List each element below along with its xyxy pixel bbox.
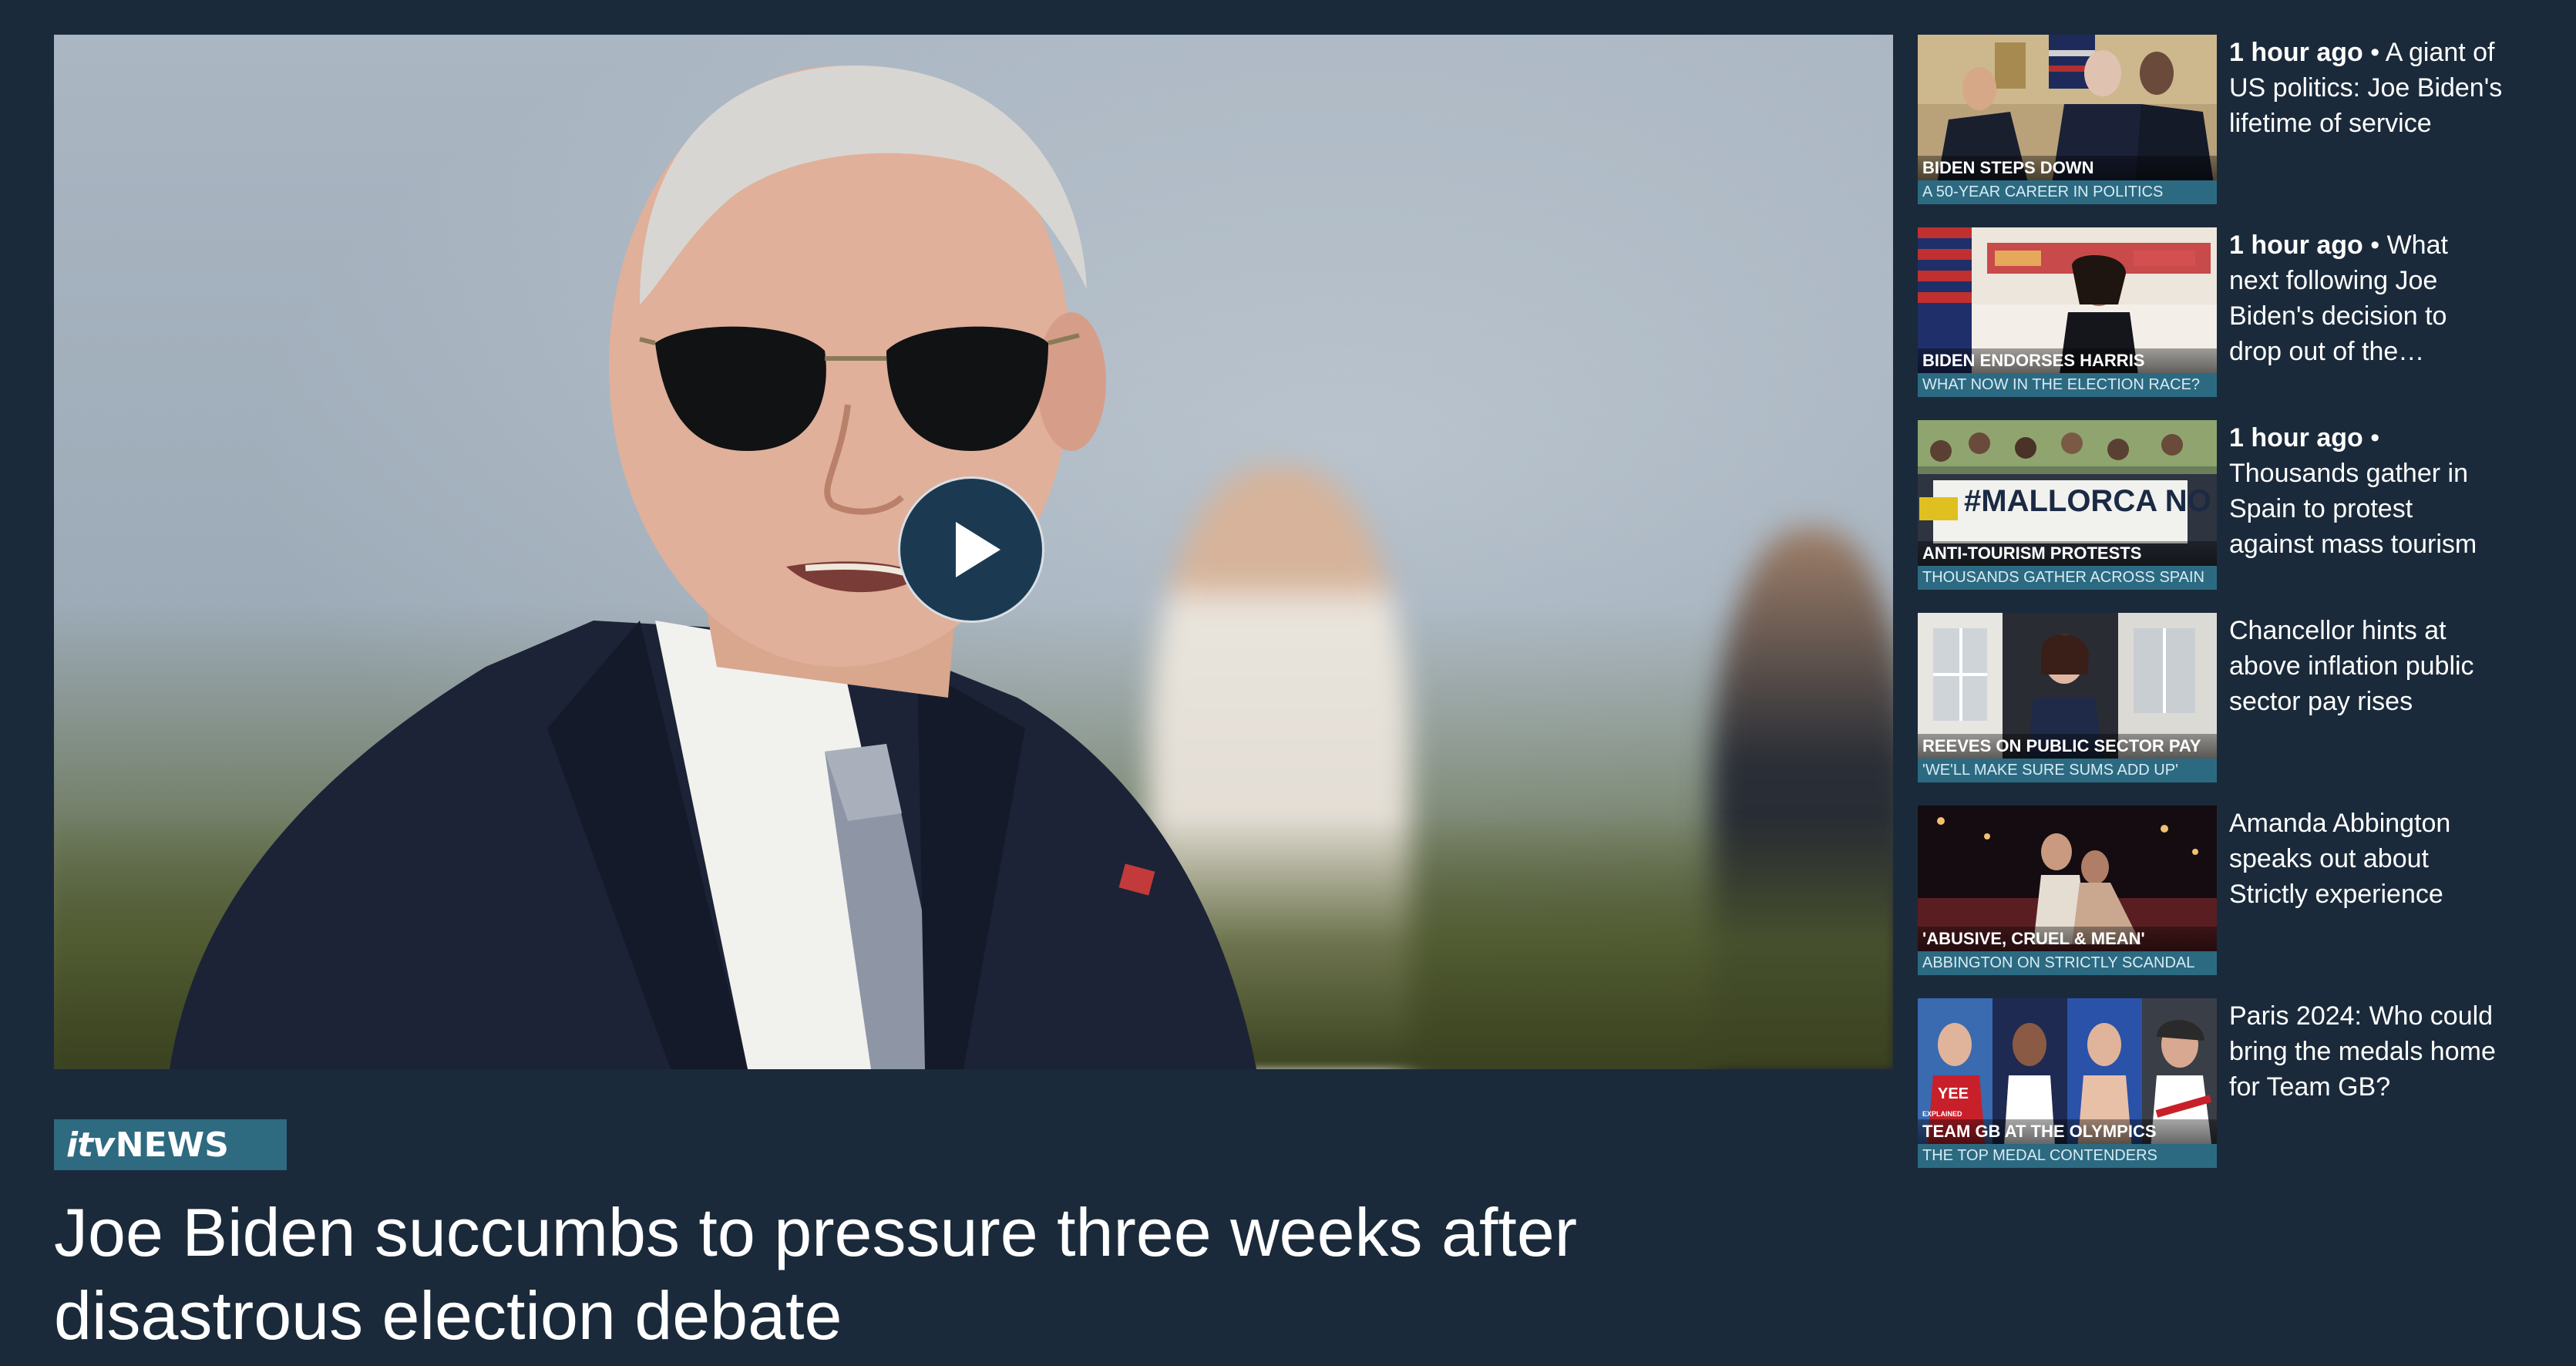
story-subtag: A 50-YEAR CAREER IN POLITICS (1918, 180, 2217, 204)
story-separator: • (2362, 423, 2380, 453)
story-item-abbington-strictly[interactable]: 'ABUSIVE, CRUEL & MEAN' ABBINGTON ON STR… (1918, 806, 2504, 975)
headline[interactable]: Joe Biden succumbs to pressure three wee… (54, 1191, 1827, 1358)
story-title: Chancellor hints at above inflation publ… (2229, 616, 2474, 716)
story-tag: 'ABUSIVE, CRUEL & MEAN' (1918, 927, 2217, 951)
logo-itv-text: itv (66, 1125, 115, 1165)
story-tag: BIDEN ENDORSES HARRIS (1918, 348, 2217, 373)
story-headline[interactable]: Chancellor hints at above inflation publ… (2229, 613, 2504, 719)
story-item-biden-career[interactable]: BIDEN STEPS DOWN A 50-YEAR CAREER IN POL… (1918, 35, 2504, 204)
story-separator: • (2362, 38, 2386, 67)
story-thumbnail[interactable]: #MALLORCA NO VEN ANTI-TOURISM PROTESTS T… (1918, 420, 2217, 590)
story-subtag: THE TOP MEDAL CONTENDERS (1918, 1144, 2217, 1168)
story-headline[interactable]: Paris 2024: Who could bring the medals h… (2229, 998, 2504, 1105)
story-headline[interactable]: 1 hour ago • What next following Joe Bid… (2229, 227, 2504, 369)
story-title: Thousands gather in Spain to protest aga… (2229, 459, 2477, 559)
banner-text: #MALLORCA NO VEN (1964, 484, 2217, 518)
shirt-text: YEE (1938, 1085, 1969, 1102)
story-thumbnail[interactable]: YEE EXPLAINED TEAM GB AT THE OLYMPICS TH… (1918, 998, 2217, 1168)
story-headline[interactable]: Amanda Abbington speaks out about Strict… (2229, 806, 2504, 912)
play-icon (956, 522, 1000, 577)
story-title: Paris 2024: Who could bring the medals h… (2229, 1001, 2496, 1102)
story-thumbnail[interactable]: BIDEN STEPS DOWN A 50-YEAR CAREER IN POL… (1918, 35, 2217, 204)
play-button[interactable] (898, 476, 1044, 623)
explained-label: EXPLAINED (1922, 1110, 1962, 1118)
story-tag: ANTI-TOURISM PROTESTS (1918, 541, 2217, 566)
story-thumbnail[interactable]: BIDEN ENDORSES HARRIS WHAT NOW IN THE EL… (1918, 227, 2217, 397)
story-thumbnail[interactable]: 'ABUSIVE, CRUEL & MEAN' ABBINGTON ON STR… (1918, 806, 2217, 975)
story-subtag: ABBINGTON ON STRICTLY SCANDAL (1918, 951, 2217, 975)
story-time: 1 hour ago (2229, 423, 2363, 453)
story-thumbnail[interactable]: REEVES ON PUBLIC SECTOR PAY 'WE'LL MAKE … (1918, 613, 2217, 782)
hero-video[interactable] (54, 35, 1893, 1069)
story-item-team-gb[interactable]: YEE EXPLAINED TEAM GB AT THE OLYMPICS TH… (1918, 998, 2504, 1168)
story-time: 1 hour ago (2229, 38, 2363, 67)
story-tag: REEVES ON PUBLIC SECTOR PAY (1918, 734, 2217, 759)
story-item-spain-protests[interactable]: #MALLORCA NO VEN ANTI-TOURISM PROTESTS T… (1918, 420, 2504, 590)
story-time: 1 hour ago (2229, 230, 2363, 260)
story-tag: BIDEN STEPS DOWN (1918, 156, 2217, 180)
story-headline[interactable]: 1 hour ago • Thousands gather in Spain t… (2229, 420, 2504, 562)
story-subtag: WHAT NOW IN THE ELECTION RACE? (1918, 373, 2217, 397)
story-item-reeves-pay[interactable]: REEVES ON PUBLIC SECTOR PAY 'WE'LL MAKE … (1918, 613, 2504, 782)
story-separator: • (2362, 230, 2387, 260)
logo-news-text: NEWS (115, 1125, 229, 1165)
story-item-harris-endorsement[interactable]: BIDEN ENDORSES HARRIS WHAT NOW IN THE EL… (1918, 227, 2504, 397)
story-subtag: THOUSANDS GATHER ACROSS SPAIN (1918, 566, 2217, 590)
itv-news-logo[interactable]: itv NEWS (54, 1119, 287, 1170)
story-headline[interactable]: 1 hour ago • A giant of US politics: Joe… (2229, 35, 2504, 141)
story-title: Amanda Abbington speaks out about Strict… (2229, 809, 2451, 909)
story-subtag: 'WE'LL MAKE SURE SUMS ADD UP' (1918, 759, 2217, 782)
story-tag: TEAM GB AT THE OLYMPICS (1918, 1119, 2217, 1144)
